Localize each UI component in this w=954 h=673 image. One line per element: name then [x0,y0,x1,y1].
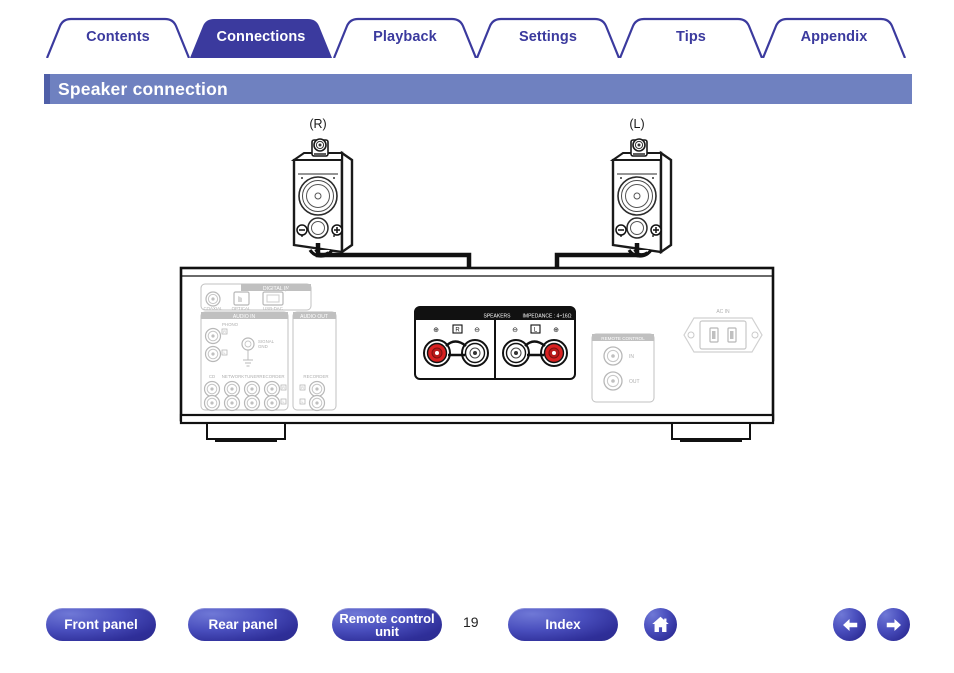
svg-text:R: R [282,386,285,390]
svg-text:L: L [302,400,304,404]
tab-connections[interactable]: Connections [200,16,322,58]
tab-contents-label: Contents [86,29,150,45]
svg-text:L: L [283,400,285,404]
speaker-left-graphic [611,137,673,258]
index-button[interactable]: Index [508,608,618,641]
tab-bar: Contents Connections Playback Settings T… [0,16,954,58]
speakers-impedance: IMPEDANCE : 4~16Ω [523,314,572,320]
remote-control-unit-button[interactable]: Remote control unit [332,608,442,641]
front-panel-button[interactable]: Front panel [46,608,156,641]
audio-in-heading: AUDIO IN [233,314,256,320]
audio-in-block: AUDIO IN PHONO R L SIGNAL GND CD NETWORK… [200,311,289,412]
svg-text:USB-DAC: USB-DAC [263,306,283,311]
tab-tips-label: Tips [676,29,706,45]
svg-text:⊖: ⊖ [512,327,518,334]
ac-in-label: AC IN [716,309,730,315]
tab-tips[interactable]: Tips [630,16,752,58]
remote-control-unit-label: Remote control unit [339,610,435,639]
svg-text:⊕: ⊕ [553,327,559,334]
svg-text:L: L [224,351,226,355]
svg-text:IN: IN [629,354,634,360]
audio-out-heading: AUDIO OUT [300,314,328,320]
home-icon[interactable] [644,608,677,641]
speaker-right-label: (R) [309,117,326,131]
svg-text:R: R [455,328,460,334]
arrow-right-icon [886,618,901,631]
footer-toolbar: Front panel Rear panel Remote control un… [0,608,954,660]
digital-in-block: DIGITAL IN COAXIAL OPTICAL USB-DAC [200,283,312,311]
tab-playback-label: Playback [373,29,437,45]
svg-text:PHONO: PHONO [222,322,239,327]
svg-text:RECORDER: RECORDER [259,374,284,379]
next-page-button[interactable] [877,608,910,641]
prev-page-button[interactable] [833,608,866,641]
tab-settings-label: Settings [519,29,577,45]
speaker-right-graphic [292,137,354,258]
svg-text:R: R [223,330,226,334]
svg-text:CD: CD [209,374,215,379]
svg-text:GND: GND [258,344,268,349]
remote-control-block: REMOTE CONTROL IN OUT [591,333,655,403]
audio-out-block: AUDIO OUT RECORDER R L [292,311,337,412]
svg-text:TUNER: TUNER [244,374,259,379]
svg-text:⊖: ⊖ [474,327,480,334]
svg-text:NETWORK: NETWORK [222,374,245,379]
tab-appendix-label: Appendix [800,29,868,45]
svg-text:OPTICAL: OPTICAL [232,306,251,311]
svg-text:COAXIAL: COAXIAL [203,306,223,311]
speaker-terminal-block: SPEAKERS IMPEDANCE : 4~16Ω ⊕ R ⊖ ⊖ L ⊕ [414,306,576,380]
speakers-heading: SPEAKERS [484,314,512,320]
page-number: 19 [463,614,479,630]
front-panel-label: Front panel [64,616,138,632]
tab-settings[interactable]: Settings [487,16,609,58]
tab-contents[interactable]: Contents [57,16,179,58]
index-label: Index [545,616,581,632]
tab-appendix[interactable]: Appendix [773,16,895,58]
diagram-svg: (R) (L) DIGITAL IN COAXIAL OPTICAL USB-D… [179,117,775,442]
svg-text:⊕: ⊕ [433,327,439,334]
speaker-left-label: (L) [629,117,644,131]
page-title-text: Speaker connection [58,78,228,99]
tab-connections-label: Connections [216,29,306,45]
rear-panel-label: Rear panel [208,616,278,632]
svg-text:OUT: OUT [629,379,640,385]
remote-control-heading: REMOTE CONTROL [601,336,645,341]
speaker-connection-diagram: (R) (L) DIGITAL IN COAXIAL OPTICAL USB-D… [0,110,954,450]
arrow-left-icon [842,618,857,631]
svg-text:RECORDER: RECORDER [303,374,328,379]
home-icon-glyph [652,616,669,633]
page-title: Speaker connection [44,74,912,104]
svg-text:R: R [301,386,304,390]
rear-panel-button[interactable]: Rear panel [188,608,298,641]
tab-playback[interactable]: Playback [344,16,466,58]
